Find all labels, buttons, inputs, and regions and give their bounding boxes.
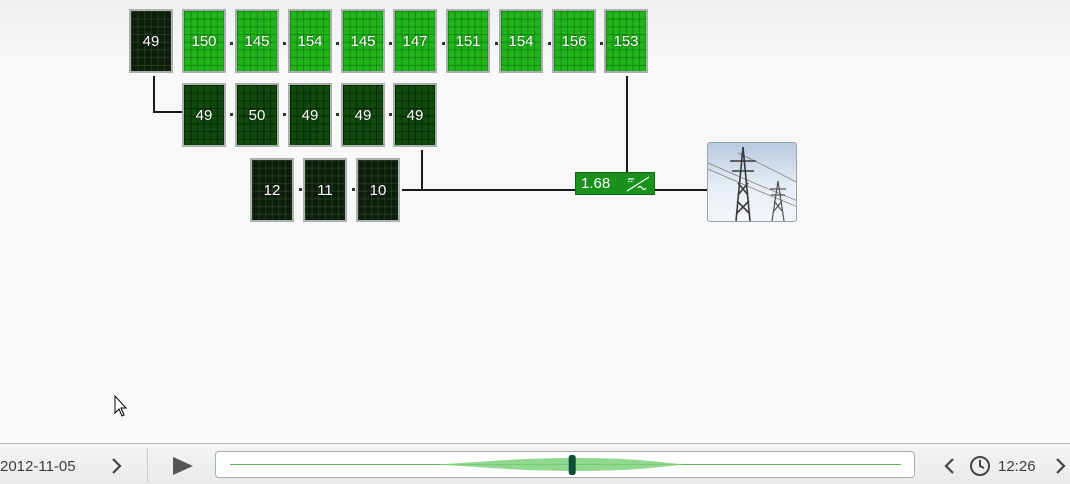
inverter[interactable]: 1.68 <box>575 172 655 195</box>
solar-panel[interactable]: 50 <box>235 83 279 147</box>
chevron-right-icon[interactable] <box>108 457 124 475</box>
solar-panel[interactable]: 147 <box>393 9 437 73</box>
solar-panel[interactable]: 156 <box>552 9 596 73</box>
mouse-cursor-icon <box>114 395 128 417</box>
play-icon[interactable] <box>171 456 195 476</box>
solar-panel[interactable]: 49 <box>341 83 385 147</box>
solar-panel[interactable]: 150 <box>182 9 226 73</box>
solar-panel[interactable]: 145 <box>235 9 279 73</box>
solar-panel[interactable]: 49 <box>129 9 173 73</box>
power-pylon-icon <box>708 146 796 221</box>
solar-panel[interactable]: 49 <box>393 83 437 147</box>
timeline-handle[interactable] <box>568 455 576 475</box>
solar-panel[interactable]: 12 <box>250 158 294 222</box>
chevron-right-icon[interactable] <box>1052 457 1068 475</box>
solar-panel[interactable]: 145 <box>341 9 385 73</box>
inverter-dc-ac-icon <box>626 175 650 192</box>
solar-panel[interactable]: 49 <box>182 83 226 147</box>
solar-panel[interactable]: 154 <box>288 9 332 73</box>
plant-diagram: 49 150 145 154 145 147 151 154 156 153 4… <box>0 0 1070 443</box>
power-grid[interactable] <box>707 142 797 222</box>
wire-panel-1-to-string-2 <box>153 76 182 113</box>
production-curve <box>436 458 686 471</box>
playback-bar: 2012-11-05 12:26 <box>0 443 1070 484</box>
timeline-track <box>230 455 901 475</box>
chevron-left-icon[interactable] <box>942 457 958 475</box>
divider <box>147 448 148 482</box>
solar-panel[interactable]: 153 <box>604 9 648 73</box>
timeline-slider[interactable] <box>215 451 915 478</box>
solar-panel[interactable]: 151 <box>446 9 490 73</box>
solar-panel[interactable]: 154 <box>499 9 543 73</box>
solar-panel[interactable]: 11 <box>303 158 347 222</box>
clock-icon[interactable] <box>969 455 991 477</box>
solar-panel[interactable]: 10 <box>356 158 400 222</box>
time-label: 12:26 <box>998 458 1036 475</box>
date-label: 2012-11-05 <box>0 458 76 475</box>
solar-panel[interactable]: 49 <box>288 83 332 147</box>
inverter-power-value: 1.68 <box>581 175 611 192</box>
